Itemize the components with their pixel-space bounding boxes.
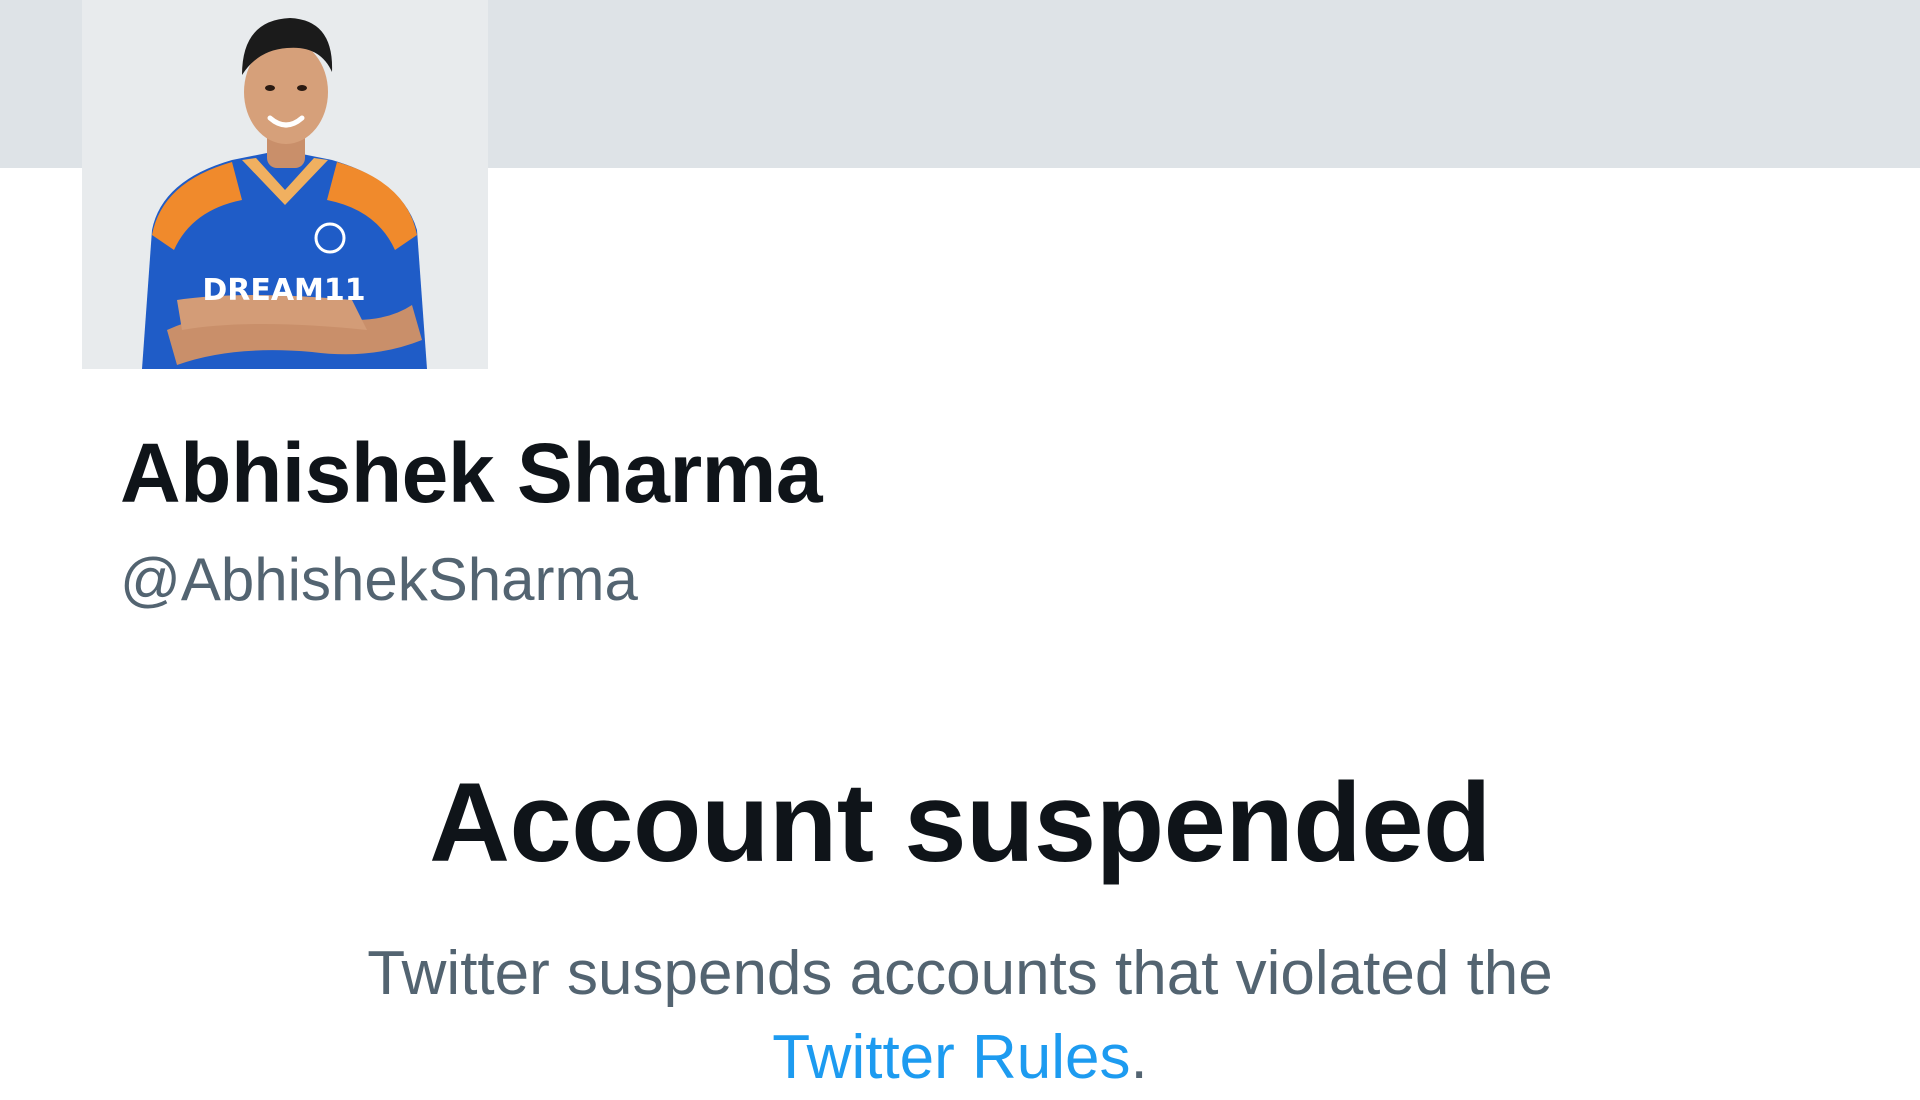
jersey-sponsor-text: DREAM11 — [202, 273, 365, 308]
profile-display-name: Abhishek Sharma — [120, 426, 823, 520]
profile-handle: @AbhishekSharma — [120, 546, 638, 613]
avatar-image: DREAM11 — [82, 0, 488, 369]
suspension-message: Twitter suspends accounts that violated … — [0, 932, 1920, 1100]
twitter-rules-link[interactable]: Twitter Rules — [772, 1023, 1130, 1092]
suspension-message-text: Twitter suspends accounts that violated … — [367, 939, 1553, 1008]
account-suspended-heading: Account suspended — [429, 760, 1491, 885]
profile-avatar[interactable]: DREAM11 — [82, 0, 488, 369]
suspension-message-period: . — [1130, 1023, 1148, 1092]
